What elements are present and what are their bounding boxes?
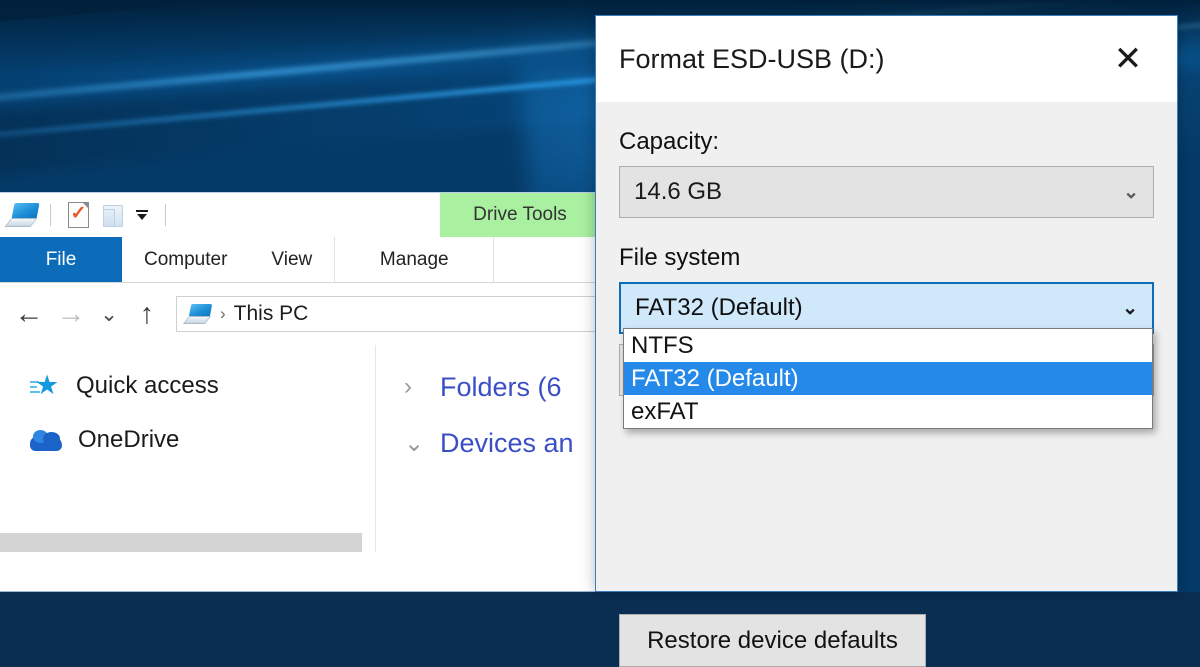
properties-icon[interactable]: ✓	[61, 198, 95, 232]
dialog-title-bar: Format ESD-USB (D:) ✕	[596, 16, 1177, 102]
file-system-dropdown-list: NTFS FAT32 (Default) exFAT	[623, 328, 1153, 429]
up-icon[interactable]: ↑	[126, 293, 168, 335]
file-system-combobox[interactable]: FAT32 (Default) ⌄	[619, 282, 1154, 334]
sidebar-item-label: OneDrive	[78, 426, 179, 454]
tab-computer[interactable]: Computer	[122, 237, 249, 282]
contextual-group-drive-tools: Drive Tools	[440, 193, 600, 237]
dropdown-option-exfat[interactable]: exFAT	[624, 395, 1152, 428]
this-pc-icon-breadcrumb	[186, 304, 212, 324]
dialog-title: Format ESD-USB (D:)	[619, 44, 885, 75]
forward-icon[interactable]: →	[50, 293, 92, 335]
this-pc-icon[interactable]	[6, 198, 40, 232]
chevron-down-icon: ⌄	[1122, 297, 1138, 320]
file-system-value: FAT32 (Default)	[635, 294, 803, 322]
sidebar-item-label: Quick access	[76, 372, 219, 400]
new-folder-icon[interactable]	[95, 198, 129, 232]
toolbar-separator	[50, 204, 51, 226]
group-header-label: Folders (6	[440, 372, 562, 403]
cloud-icon	[30, 429, 62, 451]
file-system-label: File system	[619, 244, 1154, 272]
capacity-label: Capacity:	[619, 128, 1154, 156]
recent-locations-icon[interactable]: ⌄	[92, 293, 126, 335]
star-icon: ★	[30, 372, 60, 400]
capacity-value: 14.6 GB	[634, 178, 722, 206]
format-dialog: Format ESD-USB (D:) ✕ Capacity: 14.6 GB …	[595, 15, 1178, 592]
toolbar-separator-2	[165, 204, 166, 226]
horizontal-scrollbar[interactable]	[0, 533, 362, 552]
back-icon[interactable]: ←	[8, 293, 50, 335]
restore-device-defaults-button[interactable]: Restore device defaults	[619, 614, 926, 667]
navigation-pane: ★ Quick access OneDrive	[0, 345, 376, 552]
dropdown-option-ntfs[interactable]: NTFS	[624, 329, 1152, 362]
close-icon[interactable]: ✕	[1093, 31, 1163, 87]
breadcrumb-separator-icon: ›	[220, 304, 226, 324]
breadcrumb-this-pc[interactable]: This PC	[234, 302, 309, 326]
customize-qat-icon[interactable]	[129, 198, 155, 232]
tab-file[interactable]: File	[0, 237, 122, 282]
dropdown-option-fat32[interactable]: FAT32 (Default)	[624, 362, 1152, 395]
chevron-right-icon[interactable]: ›	[404, 373, 434, 401]
group-header-label: Devices an	[440, 428, 574, 459]
tab-view[interactable]: View	[249, 237, 334, 282]
sidebar-item-onedrive[interactable]: OneDrive	[0, 413, 375, 467]
chevron-down-icon[interactable]: ⌄	[404, 429, 434, 458]
tab-manage[interactable]: Manage	[334, 237, 494, 282]
sidebar-item-quick-access[interactable]: ★ Quick access	[0, 359, 375, 413]
contextual-group-label: Drive Tools	[473, 204, 567, 226]
chevron-down-icon: ⌄	[1123, 181, 1139, 204]
capacity-combobox[interactable]: 14.6 GB ⌄	[619, 166, 1154, 218]
